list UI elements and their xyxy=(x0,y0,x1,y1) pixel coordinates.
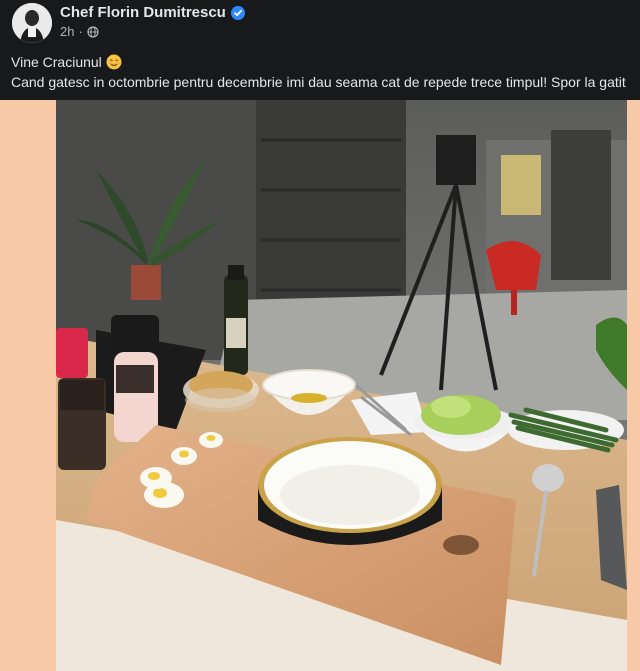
salt-grinder xyxy=(111,315,159,442)
post-text-line-1: Vine Craciunul xyxy=(11,54,102,70)
globe-icon[interactable] xyxy=(87,25,99,38)
green-beans-plate xyxy=(508,407,624,453)
verified-badge-icon xyxy=(230,5,245,20)
author-avatar[interactable] xyxy=(12,3,52,43)
red-chair xyxy=(486,241,541,290)
post-header: Chef Florin Dumitrescu 2h · Vine Craciun… xyxy=(0,0,640,100)
post-timestamp[interactable]: 2h xyxy=(60,24,74,39)
post-photo[interactable] xyxy=(56,100,627,671)
post-text-line-2: Cand gatesc in octombrie pentru decembri… xyxy=(11,74,626,90)
board-handle-hole xyxy=(443,535,479,555)
author-name[interactable]: Chef Florin Dumitrescu xyxy=(60,4,226,21)
chickpeas-bowl xyxy=(183,371,259,412)
smiling-face-emoji xyxy=(106,54,122,70)
wall-light xyxy=(501,155,541,215)
post-text: Vine Craciunul Cand gatesc in octombrie … xyxy=(11,52,640,92)
olive-oil-bottle xyxy=(224,265,248,375)
black-gold-bowl xyxy=(258,437,442,545)
